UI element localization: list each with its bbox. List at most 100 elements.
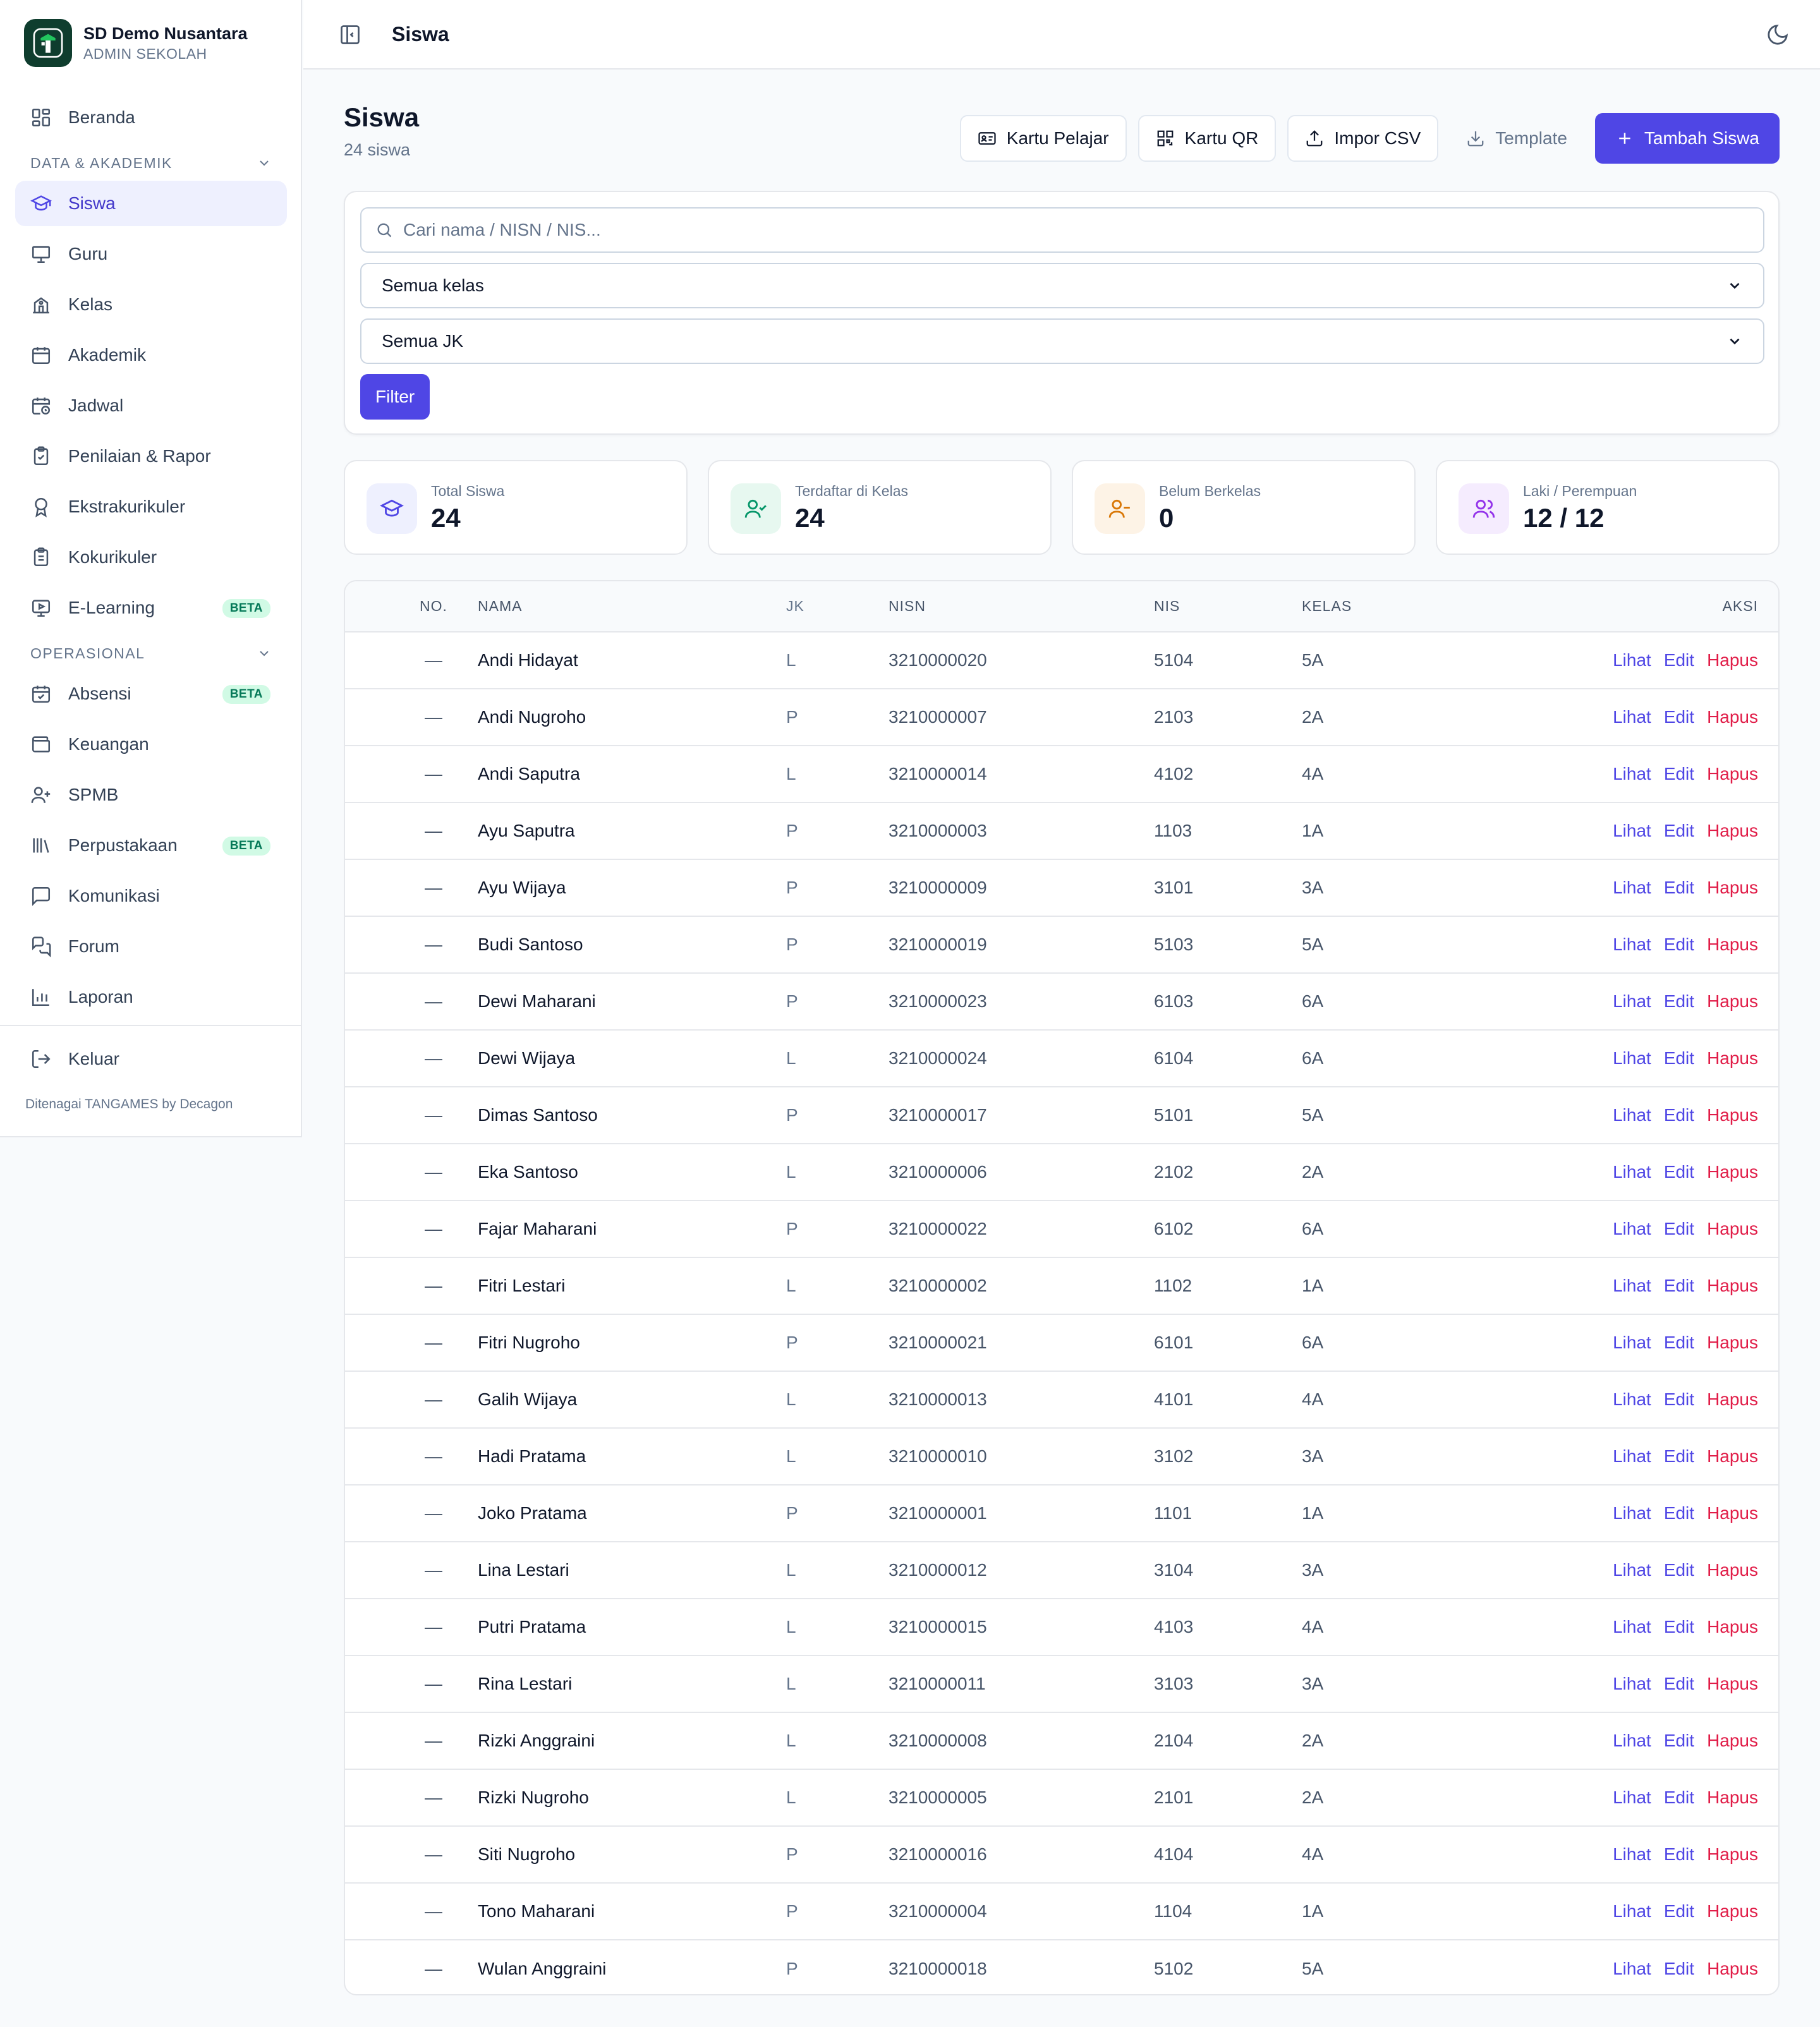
edit-link[interactable]: Edit — [1664, 650, 1694, 670]
delete-link[interactable]: Hapus — [1707, 1105, 1758, 1125]
sidebar-item-elearning[interactable]: E-Learning BETA — [15, 585, 287, 631]
view-link[interactable]: Lihat — [1613, 1446, 1651, 1466]
impor-csv-button[interactable]: Impor CSV — [1287, 115, 1439, 162]
jk-select[interactable]: Semua JK — [360, 318, 1764, 364]
sidebar-item-kokurikuler[interactable]: Kokurikuler — [15, 535, 287, 580]
kelas-select[interactable]: Semua kelas — [360, 263, 1764, 308]
view-link[interactable]: Lihat — [1613, 1219, 1651, 1238]
edit-link[interactable]: Edit — [1664, 1901, 1694, 1921]
view-link[interactable]: Lihat — [1613, 1788, 1651, 1807]
view-link[interactable]: Lihat — [1613, 1959, 1651, 1978]
sidebar-item-keuangan[interactable]: Keuangan — [15, 722, 287, 767]
view-link[interactable]: Lihat — [1613, 935, 1651, 954]
edit-link[interactable]: Edit — [1664, 1788, 1694, 1807]
delete-link[interactable]: Hapus — [1707, 650, 1758, 670]
delete-link[interactable]: Hapus — [1707, 1048, 1758, 1068]
edit-link[interactable]: Edit — [1664, 1959, 1694, 1978]
sidebar-item-akademik[interactable]: Akademik — [15, 332, 287, 378]
tambah-siswa-button[interactable]: Tambah Siswa — [1594, 113, 1780, 164]
delete-link[interactable]: Hapus — [1707, 1560, 1758, 1580]
view-link[interactable]: Lihat — [1613, 1105, 1651, 1125]
delete-link[interactable]: Hapus — [1707, 1617, 1758, 1637]
delete-link[interactable]: Hapus — [1707, 1731, 1758, 1750]
edit-link[interactable]: Edit — [1664, 707, 1694, 727]
sidebar-item-spmb[interactable]: SPMB — [15, 772, 287, 818]
view-link[interactable]: Lihat — [1613, 1048, 1651, 1068]
sidebar-item-siswa[interactable]: Siswa — [15, 181, 287, 226]
edit-link[interactable]: Edit — [1664, 1048, 1694, 1068]
sidebar-item-laporan[interactable]: Laporan — [15, 974, 287, 1020]
edit-link[interactable]: Edit — [1664, 1560, 1694, 1580]
view-link[interactable]: Lihat — [1613, 764, 1651, 784]
section-data-akademik[interactable]: DATA & AKADEMIK — [15, 145, 287, 181]
edit-link[interactable]: Edit — [1664, 1674, 1694, 1693]
edit-link[interactable]: Edit — [1664, 1844, 1694, 1864]
sidebar-item-komunikasi[interactable]: Komunikasi — [15, 873, 287, 919]
view-link[interactable]: Lihat — [1613, 707, 1651, 727]
view-link[interactable]: Lihat — [1613, 1276, 1651, 1295]
view-link[interactable]: Lihat — [1613, 1560, 1651, 1580]
delete-link[interactable]: Hapus — [1707, 935, 1758, 954]
sidebar-item-perpustakaan[interactable]: Perpustakaan BETA — [15, 823, 287, 868]
view-link[interactable]: Lihat — [1613, 1162, 1651, 1182]
edit-link[interactable]: Edit — [1664, 1617, 1694, 1637]
delete-link[interactable]: Hapus — [1707, 1276, 1758, 1295]
edit-link[interactable]: Edit — [1664, 878, 1694, 897]
delete-link[interactable]: Hapus — [1707, 764, 1758, 784]
template-button[interactable]: Template — [1450, 115, 1584, 162]
edit-link[interactable]: Edit — [1664, 1219, 1694, 1238]
sidebar-item-jadwal[interactable]: Jadwal — [15, 383, 287, 428]
view-link[interactable]: Lihat — [1613, 1389, 1651, 1409]
edit-link[interactable]: Edit — [1664, 991, 1694, 1011]
delete-link[interactable]: Hapus — [1707, 1788, 1758, 1807]
edit-link[interactable]: Edit — [1664, 1333, 1694, 1352]
delete-link[interactable]: Hapus — [1707, 878, 1758, 897]
view-link[interactable]: Lihat — [1613, 1674, 1651, 1693]
delete-link[interactable]: Hapus — [1707, 991, 1758, 1011]
view-link[interactable]: Lihat — [1613, 878, 1651, 897]
edit-link[interactable]: Edit — [1664, 935, 1694, 954]
moon-icon[interactable] — [1766, 23, 1790, 47]
edit-link[interactable]: Edit — [1664, 1731, 1694, 1750]
delete-link[interactable]: Hapus — [1707, 821, 1758, 840]
delete-link[interactable]: Hapus — [1707, 1219, 1758, 1238]
delete-link[interactable]: Hapus — [1707, 1446, 1758, 1466]
edit-link[interactable]: Edit — [1664, 1276, 1694, 1295]
sidebar-toggle-icon[interactable] — [339, 23, 361, 46]
view-link[interactable]: Lihat — [1613, 1731, 1651, 1750]
delete-link[interactable]: Hapus — [1707, 1901, 1758, 1921]
sidebar-item-forum[interactable]: Forum — [15, 924, 287, 969]
sidebar-item-penilaian[interactable]: Penilaian & Rapor — [15, 433, 287, 479]
edit-link[interactable]: Edit — [1664, 1446, 1694, 1466]
sidebar-item-guru[interactable]: Guru — [15, 231, 287, 277]
delete-link[interactable]: Hapus — [1707, 1959, 1758, 1978]
brand[interactable]: SD Demo Nusantara ADMIN SEKOLAH — [24, 19, 248, 67]
logout-button[interactable]: Keluar — [15, 1036, 287, 1082]
edit-link[interactable]: Edit — [1664, 764, 1694, 784]
view-link[interactable]: Lihat — [1613, 1844, 1651, 1864]
view-link[interactable]: Lihat — [1613, 1333, 1651, 1352]
view-link[interactable]: Lihat — [1613, 1901, 1651, 1921]
delete-link[interactable]: Hapus — [1707, 1844, 1758, 1864]
view-link[interactable]: Lihat — [1613, 821, 1651, 840]
delete-link[interactable]: Hapus — [1707, 707, 1758, 727]
delete-link[interactable]: Hapus — [1707, 1389, 1758, 1409]
view-link[interactable]: Lihat — [1613, 1503, 1651, 1523]
edit-link[interactable]: Edit — [1664, 1503, 1694, 1523]
sidebar-item-beranda[interactable]: Beranda — [15, 95, 287, 140]
edit-link[interactable]: Edit — [1664, 1389, 1694, 1409]
view-link[interactable]: Lihat — [1613, 650, 1651, 670]
sidebar-item-ekstrakurikuler[interactable]: Ekstrakurikuler — [15, 484, 287, 529]
view-link[interactable]: Lihat — [1613, 1617, 1651, 1637]
delete-link[interactable]: Hapus — [1707, 1162, 1758, 1182]
delete-link[interactable]: Hapus — [1707, 1333, 1758, 1352]
edit-link[interactable]: Edit — [1664, 1162, 1694, 1182]
kartu-qr-button[interactable]: Kartu QR — [1138, 115, 1277, 162]
section-operasional[interactable]: OPERASIONAL — [15, 636, 287, 671]
view-link[interactable]: Lihat — [1613, 991, 1651, 1011]
edit-link[interactable]: Edit — [1664, 1105, 1694, 1125]
delete-link[interactable]: Hapus — [1707, 1503, 1758, 1523]
filter-button[interactable]: Filter — [360, 374, 430, 420]
delete-link[interactable]: Hapus — [1707, 1674, 1758, 1693]
edit-link[interactable]: Edit — [1664, 821, 1694, 840]
